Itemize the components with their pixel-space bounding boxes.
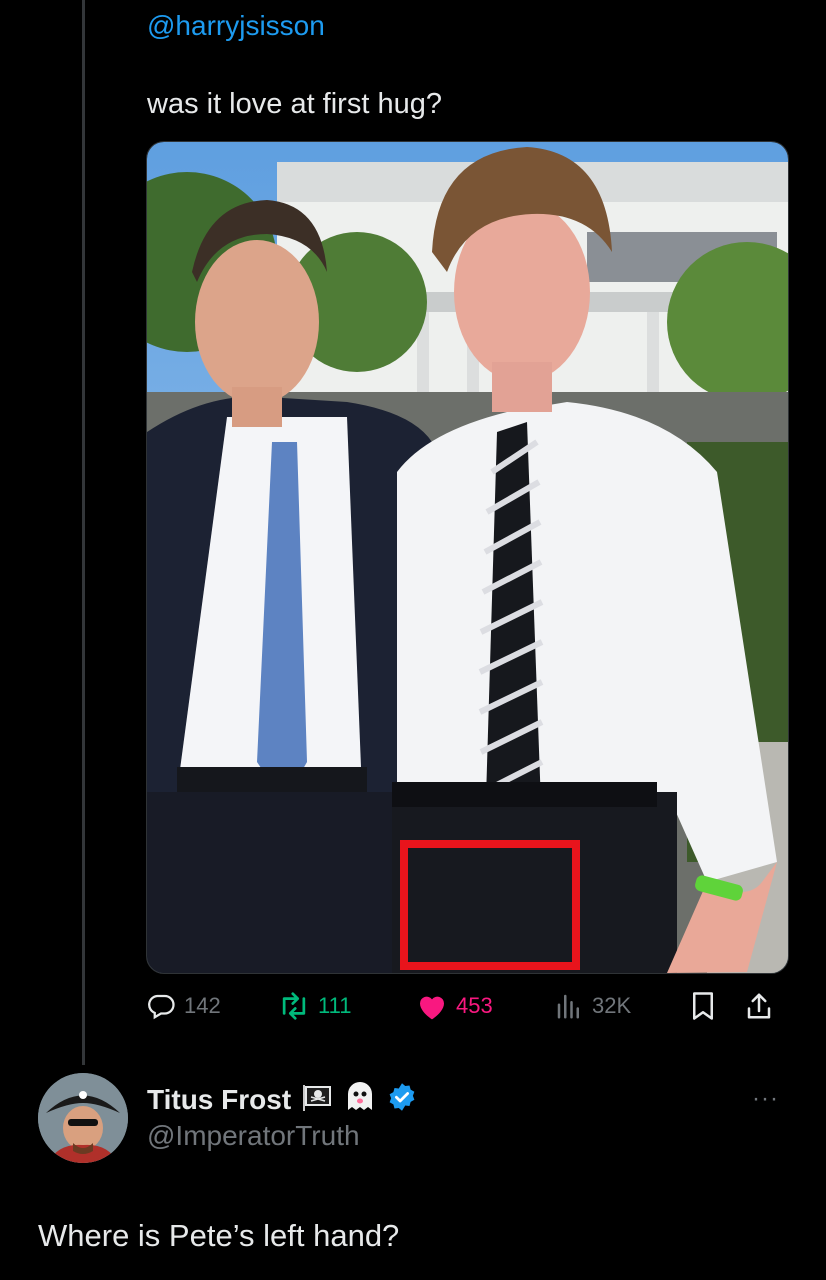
- share-button[interactable]: [744, 986, 774, 1026]
- avatar[interactable]: [38, 1073, 128, 1163]
- display-name[interactable]: Titus Frost: [147, 1084, 291, 1116]
- author-name-row: Titus Frost: [147, 1080, 417, 1119]
- bookmark-button[interactable]: [689, 986, 717, 1026]
- reply-button[interactable]: 142: [146, 986, 221, 1026]
- reply-icon: [146, 991, 176, 1021]
- ghost-icon: [343, 1080, 377, 1119]
- tweet-image[interactable]: [146, 141, 789, 974]
- views-button[interactable]: 32K: [554, 986, 631, 1026]
- tweet-text: was it love at first hug?: [147, 88, 442, 120]
- retweet-button[interactable]: 111: [278, 986, 351, 1026]
- retweet-count: 111: [318, 993, 352, 1018]
- retweet-icon: [278, 991, 310, 1021]
- like-count: 453: [456, 993, 493, 1018]
- heart-icon: [416, 991, 448, 1021]
- tweet-actions: 142 111 453 32K: [146, 986, 786, 1026]
- like-button[interactable]: 453: [416, 986, 493, 1026]
- reply-count: 142: [184, 993, 221, 1018]
- share-icon: [744, 991, 774, 1021]
- views-count: 32K: [592, 993, 632, 1018]
- mention-link[interactable]: @harryjsisson: [147, 10, 325, 42]
- thread-line: [82, 0, 85, 1065]
- views-icon: [554, 991, 584, 1021]
- more-options-button[interactable]: ···: [752, 1085, 779, 1113]
- verified-badge-icon: [387, 1082, 417, 1117]
- reply-text: Where is Pete’s left hand?: [38, 1218, 400, 1253]
- author-handle[interactable]: @ImperatorTruth: [147, 1120, 360, 1152]
- bookmark-icon: [689, 991, 717, 1021]
- pirate-flag-icon: [301, 1083, 333, 1116]
